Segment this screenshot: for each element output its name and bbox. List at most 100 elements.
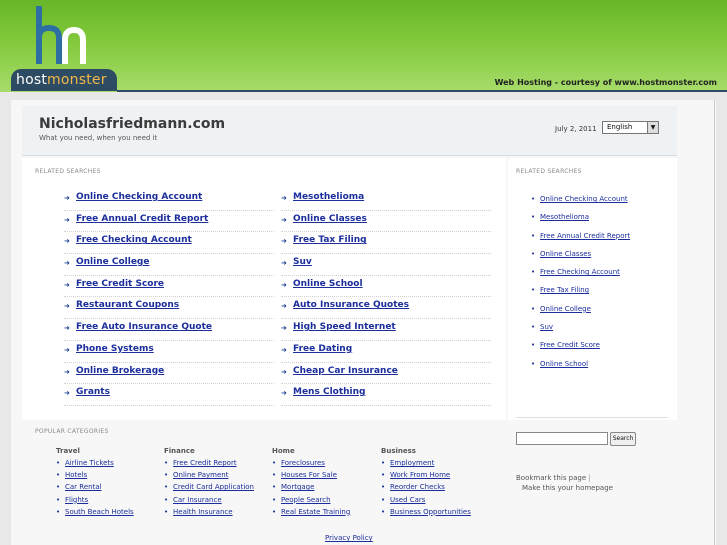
- sidebar-related-link[interactable]: Mesothelioma: [540, 213, 589, 221]
- related-search-link[interactable]: Free Tax Filing: [293, 235, 367, 245]
- category-item[interactable]: • Houses For Sale: [272, 471, 337, 483]
- bullet-icon: •: [164, 507, 169, 516]
- category-link[interactable]: Business Opportunities: [390, 508, 471, 516]
- related-search-item[interactable]: ➜ Auto Insurance Quotes: [281, 297, 491, 320]
- related-search-item[interactable]: ➜ Cheap Car Insurance: [281, 363, 491, 385]
- related-search-item[interactable]: ➜ Free Annual Credit Report: [64, 211, 274, 233]
- category-item[interactable]: • Real Estate Training: [272, 508, 350, 520]
- related-search-item[interactable]: ➜ Grants: [64, 384, 274, 406]
- related-search-item[interactable]: ➜ Free Dating: [281, 341, 491, 363]
- related-search-item[interactable]: ➜ Restaurant Coupons: [64, 297, 274, 320]
- category-item[interactable]: • Online Payment: [164, 471, 228, 483]
- related-search-item[interactable]: ➜ Phone Systems: [64, 341, 274, 363]
- related-search-link[interactable]: High Speed Internet: [293, 322, 396, 332]
- category-link[interactable]: Car Insurance: [173, 496, 222, 504]
- related-search-link[interactable]: Online Checking Account: [76, 192, 202, 202]
- search-input[interactable]: [516, 432, 608, 445]
- homepage-link[interactable]: Make this your homepage: [522, 484, 613, 492]
- related-search-item[interactable]: ➜ Free Checking Account: [64, 232, 274, 255]
- category-link[interactable]: Work From Home: [390, 471, 450, 479]
- related-search-link[interactable]: Mens Clothing: [293, 387, 365, 397]
- chevron-down-icon[interactable]: ▼: [647, 122, 658, 133]
- related-search-link[interactable]: Online School: [293, 279, 363, 289]
- category-item[interactable]: • People Search: [272, 496, 331, 508]
- related-search-link[interactable]: Free Credit Score: [76, 279, 164, 289]
- related-search-item[interactable]: ➜ Online College: [64, 254, 274, 276]
- category-link[interactable]: Online Payment: [173, 471, 228, 479]
- related-search-item[interactable]: ➜ Free Auto Insurance Quote: [64, 319, 274, 341]
- category-item[interactable]: • Health Insurance: [164, 507, 233, 520]
- category-item[interactable]: • Airline Tickets: [56, 459, 114, 471]
- category-item[interactable]: • Reorder Checks: [381, 483, 445, 495]
- category-item[interactable]: • Hotels: [56, 471, 87, 483]
- related-search-item[interactable]: ➜ Online Classes: [281, 211, 491, 233]
- category-item[interactable]: • Flights: [56, 496, 88, 508]
- related-search-item[interactable]: ➜ Online Checking Account: [64, 189, 274, 211]
- sidebar-related-link[interactable]: Online School: [540, 360, 588, 368]
- related-search-link[interactable]: Online College: [76, 257, 149, 267]
- privacy-policy-link[interactable]: Privacy Policy: [325, 534, 373, 542]
- category-link[interactable]: Flights: [65, 496, 88, 504]
- category-link[interactable]: Credit Card Application: [173, 483, 254, 491]
- category-item[interactable]: • Car Insurance: [164, 496, 222, 508]
- category-link[interactable]: Airline Tickets: [65, 459, 114, 467]
- related-search-item[interactable]: ➜ Suv: [281, 254, 491, 276]
- related-search-link[interactable]: Free Auto Insurance Quote: [76, 322, 212, 332]
- category-item[interactable]: • Foreclosures: [272, 459, 325, 471]
- category-item[interactable]: • Work From Home: [381, 471, 450, 483]
- language-value: English: [607, 123, 633, 131]
- category-link[interactable]: Foreclosures: [281, 459, 325, 467]
- related-search-link[interactable]: Suv: [293, 257, 312, 267]
- category-link[interactable]: Car Rental: [65, 483, 102, 491]
- category-item[interactable]: • Employment: [381, 459, 434, 471]
- related-search-item[interactable]: ➜ Online Brokerage: [64, 363, 274, 385]
- related-search-link[interactable]: Free Dating: [293, 344, 352, 354]
- related-search-link[interactable]: Online Brokerage: [76, 366, 164, 376]
- bookmark-link[interactable]: Bookmark this page |: [516, 474, 591, 482]
- related-search-link[interactable]: Free Annual Credit Report: [76, 214, 208, 224]
- scrollbar[interactable]: [714, 100, 715, 545]
- category-item[interactable]: • Mortgage: [272, 483, 314, 495]
- category-link[interactable]: Hotels: [65, 471, 87, 479]
- related-search-link[interactable]: Mesothelioma: [293, 192, 364, 202]
- category-link[interactable]: Reorder Checks: [390, 483, 445, 491]
- category-link[interactable]: Houses For Sale: [281, 471, 337, 479]
- related-search-item[interactable]: ➜ Mens Clothing: [281, 384, 491, 406]
- category-link[interactable]: Used Cars: [390, 496, 425, 504]
- related-search-item[interactable]: ➜ Free Tax Filing: [281, 232, 491, 255]
- sidebar-related-link[interactable]: Free Tax Filing: [540, 286, 589, 294]
- sidebar-related-link[interactable]: Online College: [540, 305, 591, 313]
- category-item[interactable]: • South Beach Hotels: [56, 508, 134, 520]
- category-link[interactable]: People Search: [281, 496, 331, 504]
- category-link[interactable]: Health Insurance: [173, 508, 233, 516]
- category-link[interactable]: Employment: [390, 459, 434, 467]
- category-link[interactable]: South Beach Hotels: [65, 508, 134, 516]
- related-search-item[interactable]: ➜ Free Credit Score: [64, 276, 274, 298]
- category-item[interactable]: • Credit Card Application: [164, 483, 254, 495]
- language-select[interactable]: English ▼: [602, 121, 659, 134]
- category-link[interactable]: Real Estate Training: [281, 508, 350, 516]
- related-search-link[interactable]: Online Classes: [293, 214, 367, 224]
- related-search-link[interactable]: Phone Systems: [76, 344, 154, 354]
- related-search-link[interactable]: Auto Insurance Quotes: [293, 300, 409, 310]
- related-search-link[interactable]: Restaurant Coupons: [76, 300, 179, 310]
- category-item[interactable]: • Business Opportunities: [381, 508, 471, 520]
- search-button[interactable]: Search: [610, 432, 636, 446]
- sidebar-related-link[interactable]: Suv: [540, 323, 553, 331]
- related-search-item[interactable]: ➜ Mesothelioma: [281, 189, 491, 211]
- related-search-link[interactable]: Grants: [76, 387, 110, 397]
- related-search-link[interactable]: Cheap Car Insurance: [293, 366, 398, 376]
- category-link[interactable]: Free Credit Report: [173, 459, 237, 467]
- category-link[interactable]: Mortgage: [281, 483, 314, 491]
- category-item[interactable]: • Used Cars: [381, 496, 425, 508]
- sidebar-related-link[interactable]: Free Credit Score: [540, 341, 600, 349]
- related-search-item[interactable]: ➜ Online School: [281, 276, 491, 298]
- sidebar-related-link[interactable]: Online Classes: [540, 250, 591, 258]
- related-search-item[interactable]: ➜ High Speed Internet: [281, 319, 491, 341]
- category-item[interactable]: • Car Rental: [56, 483, 102, 495]
- related-search-link[interactable]: Free Checking Account: [76, 235, 192, 245]
- category-item[interactable]: • Free Credit Report: [164, 459, 237, 471]
- sidebar-related-link[interactable]: Online Checking Account: [540, 195, 628, 203]
- sidebar-related-link[interactable]: Free Checking Account: [540, 268, 620, 276]
- sidebar-related-link[interactable]: Free Annual Credit Report: [540, 232, 630, 240]
